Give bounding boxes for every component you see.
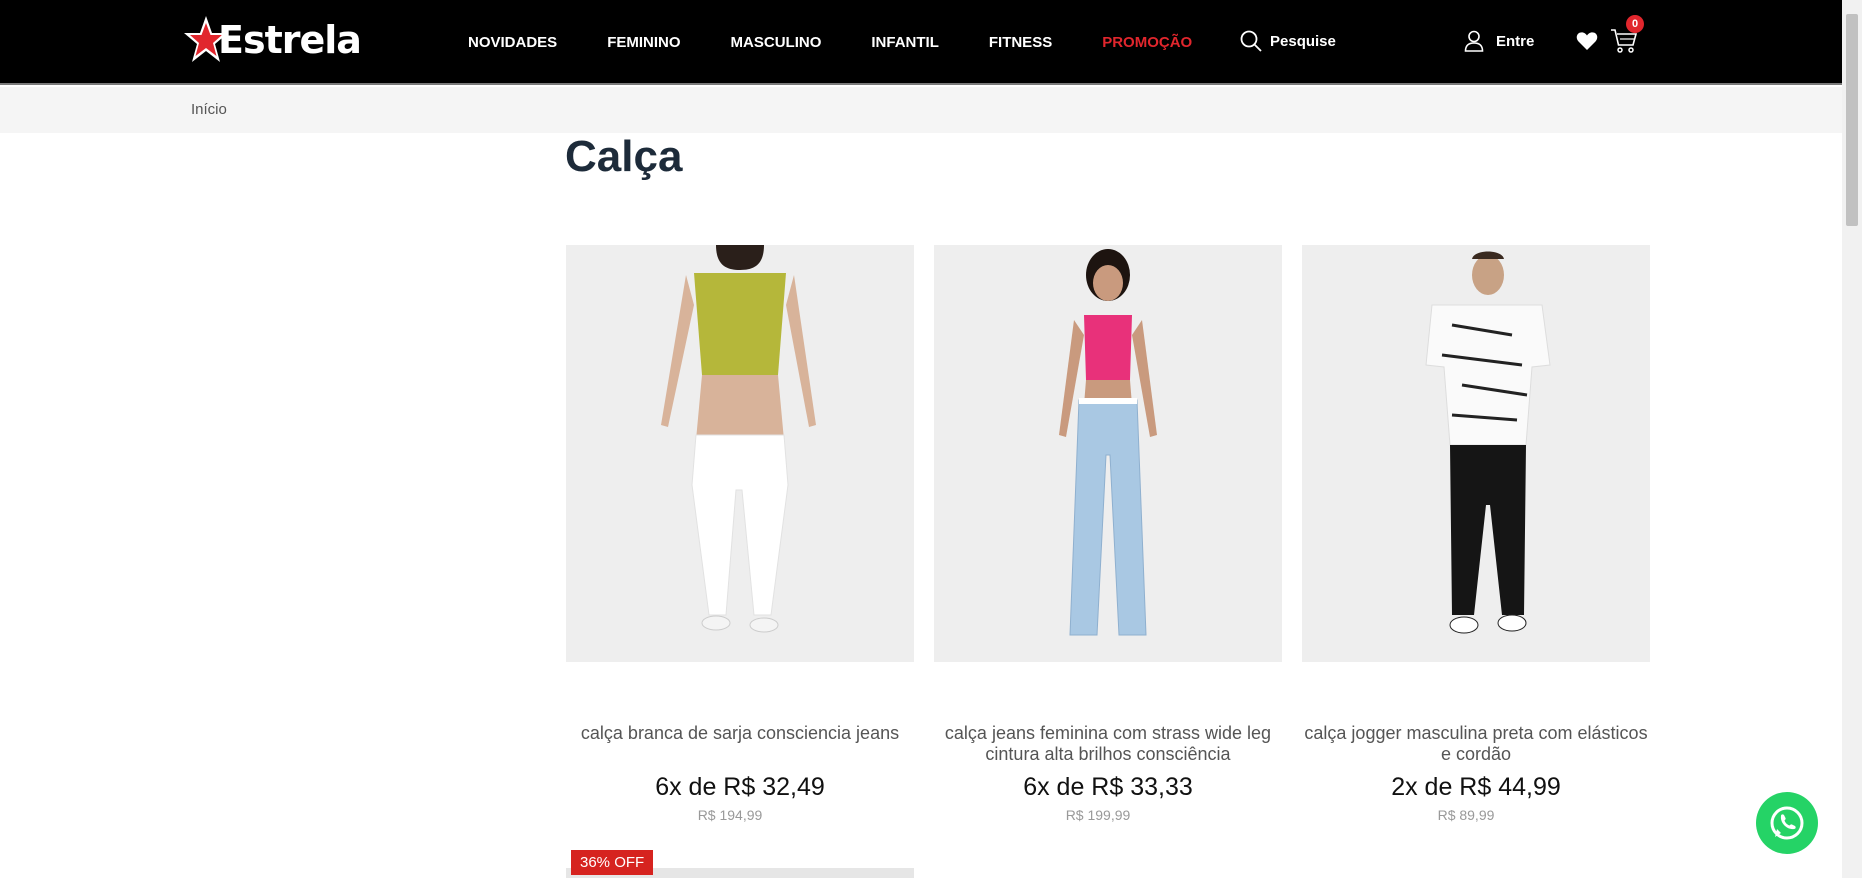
product-name[interactable]: calça branca de sarja consciencia jeans [566, 723, 914, 744]
whatsapp-icon [1770, 806, 1804, 840]
product-old-price: R$ 194,99 [697, 807, 763, 823]
nav-item-promocao[interactable]: PROMOÇÃO [1102, 34, 1192, 51]
scrollbar-thumb[interactable] [1846, 14, 1858, 226]
cart-count-badge: 0 [1626, 15, 1644, 33]
discount-badge: 36% OFF [571, 850, 654, 875]
product-name[interactable]: calça jeans feminina com strass wide leg… [934, 723, 1282, 765]
model-photo [566, 245, 914, 662]
product-card[interactable]: calça branca de sarja consciencia jeans … [566, 245, 914, 823]
wishlist-button[interactable] [1576, 31, 1598, 56]
product-price: 2x de R$ 44,99 [1391, 773, 1561, 801]
site-header: Estrela NOVIDADES FEMININO MASCULINO INF… [0, 0, 1842, 85]
site-logo[interactable]: Estrela [184, 14, 362, 66]
product-old-price: R$ 199,99 [1065, 807, 1131, 823]
search-label: Pesquise [1270, 32, 1336, 50]
model-photo [934, 245, 1282, 662]
breadcrumb-bar: Início [0, 87, 1842, 133]
main-nav: NOVIDADES FEMININO MASCULINO INFANTIL FI… [468, 0, 1242, 85]
product-image[interactable] [1302, 245, 1650, 662]
heart-icon [1576, 32, 1598, 50]
nav-item-feminino[interactable]: FEMININO [607, 34, 680, 51]
nav-item-masculino[interactable]: MASCULINO [731, 34, 822, 51]
product-card[interactable]: calça jogger masculina preta com elástic… [1302, 245, 1650, 823]
nav-item-novidades[interactable]: NOVIDADES [468, 34, 557, 51]
product-price: 6x de R$ 33,33 [1023, 773, 1193, 801]
search-icon [1240, 30, 1262, 52]
product-image[interactable] [934, 245, 1282, 662]
model-photo [1302, 245, 1650, 662]
account-button[interactable]: Entre [1464, 30, 1534, 52]
product-price: 6x de R$ 32,49 [655, 773, 825, 801]
product-name[interactable]: calça jogger masculina preta com elástic… [1302, 723, 1650, 765]
whatsapp-button[interactable] [1756, 792, 1818, 854]
account-label: Entre [1496, 32, 1535, 50]
page-title: Calça [565, 132, 683, 181]
product-image[interactable] [566, 245, 914, 662]
search-button[interactable]: Pesquise [1240, 30, 1336, 52]
logo-text: Estrela [218, 18, 362, 62]
product-card[interactable]: calça jeans feminina com strass wide leg… [934, 245, 1282, 823]
nav-item-infantil[interactable]: INFANTIL [871, 34, 939, 51]
breadcrumb-home[interactable]: Início [191, 101, 227, 118]
product-old-price: R$ 89,99 [1437, 807, 1495, 823]
user-icon [1464, 30, 1484, 52]
nav-item-fitness[interactable]: FITNESS [989, 34, 1052, 51]
